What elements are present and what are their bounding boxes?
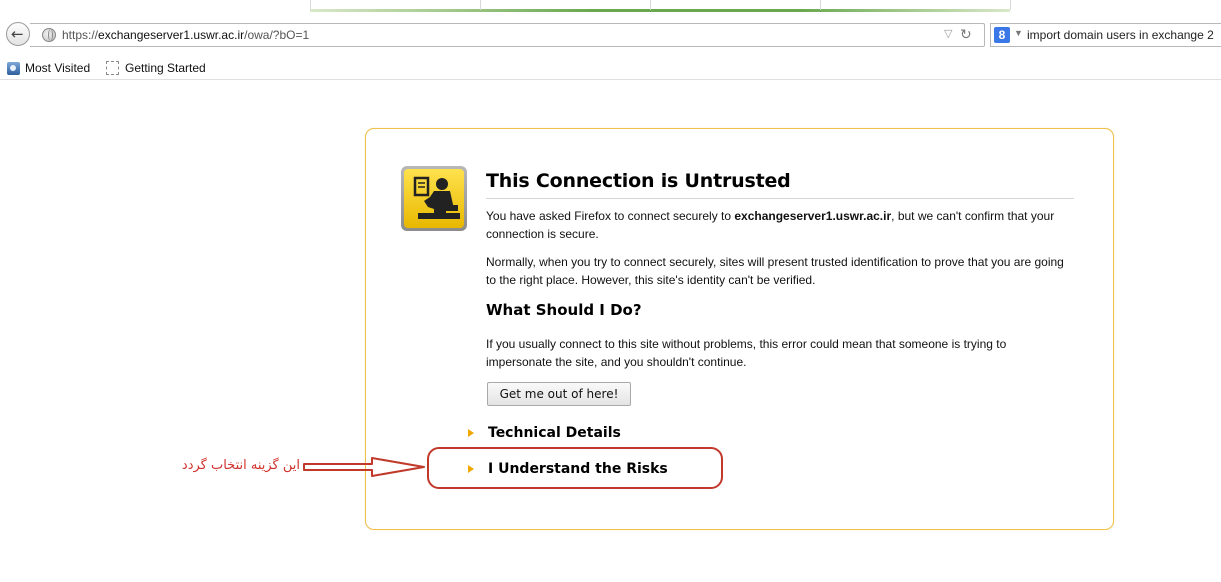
back-arrow-icon: ← <box>11 25 24 43</box>
intro-text-before: You have asked Firefox to connect secure… <box>486 209 735 223</box>
site-identity-globe-icon[interactable] <box>42 28 56 42</box>
get-me-out-button[interactable]: Get me out of here! <box>487 382 631 406</box>
search-engine-icon[interactable]: 8 <box>994 27 1010 43</box>
intro-host: exchangeserver1.uswr.ac.ir <box>734 209 892 223</box>
search-input[interactable]: import domain users in exchange 2 <box>1027 28 1214 42</box>
tab-strip-accent <box>0 0 1221 12</box>
most-visited-icon <box>7 61 20 75</box>
what-should-i-do-heading: What Should I Do? <box>486 301 642 319</box>
url-scheme: https:// <box>62 28 99 42</box>
technical-details-label: Technical Details <box>488 425 621 441</box>
expand-triangle-icon <box>468 429 474 437</box>
annotation-arrow-icon <box>303 457 425 477</box>
tab-separator <box>480 0 481 10</box>
back-button[interactable]: ← <box>6 22 30 46</box>
technical-details-expander[interactable]: Technical Details <box>468 425 621 441</box>
tab-separator <box>1010 0 1011 10</box>
url-text: https://exchangeserver1.uswr.ac.ir/owa/?… <box>62 28 309 42</box>
progress-accent-line <box>310 9 1010 12</box>
annotation-highlight-box <box>427 447 723 489</box>
url-host: exchangeserver1.uswr.ac.ir <box>98 28 245 42</box>
page-title: This Connection is Untrusted <box>486 170 1074 199</box>
certificate-error-icon <box>401 166 467 231</box>
bookmark-label: Getting Started <box>125 61 206 75</box>
url-path: /owa/?bO=1 <box>244 28 310 42</box>
search-bar[interactable]: 8 ▼ import domain users in exchange 2 <box>990 23 1221 47</box>
reload-icon[interactable]: ↻ <box>960 26 972 43</box>
bookmarks-toolbar: Most Visited Getting Started <box>0 56 1221 80</box>
explanation-paragraph: Normally, when you try to connect secure… <box>486 255 1064 287</box>
bookmark-getting-started[interactable]: Getting Started <box>106 60 206 76</box>
bookmark-most-visited[interactable]: Most Visited <box>7 60 90 76</box>
search-engine-dropdown-icon[interactable]: ▼ <box>1014 28 1023 38</box>
advice-paragraph: If you usually connect to this site with… <box>486 337 1007 369</box>
navigation-toolbar: ← https://exchangeserver1.uswr.ac.ir/owa… <box>0 13 1221 53</box>
page-icon <box>106 61 119 75</box>
tab-separator <box>310 0 311 10</box>
annotation-label: این گزینه انتخاب گردد <box>181 458 300 473</box>
history-dropmarker-icon[interactable]: ▽ <box>944 27 952 40</box>
url-bar[interactable]: https://exchangeserver1.uswr.ac.ir/owa/?… <box>30 23 985 47</box>
bookmark-label: Most Visited <box>25 61 91 75</box>
tab-separator <box>650 0 651 10</box>
security-officer-icon <box>413 176 460 219</box>
intro-paragraph: You have asked Firefox to connect secure… <box>486 207 1071 243</box>
tab-separator <box>820 0 821 10</box>
